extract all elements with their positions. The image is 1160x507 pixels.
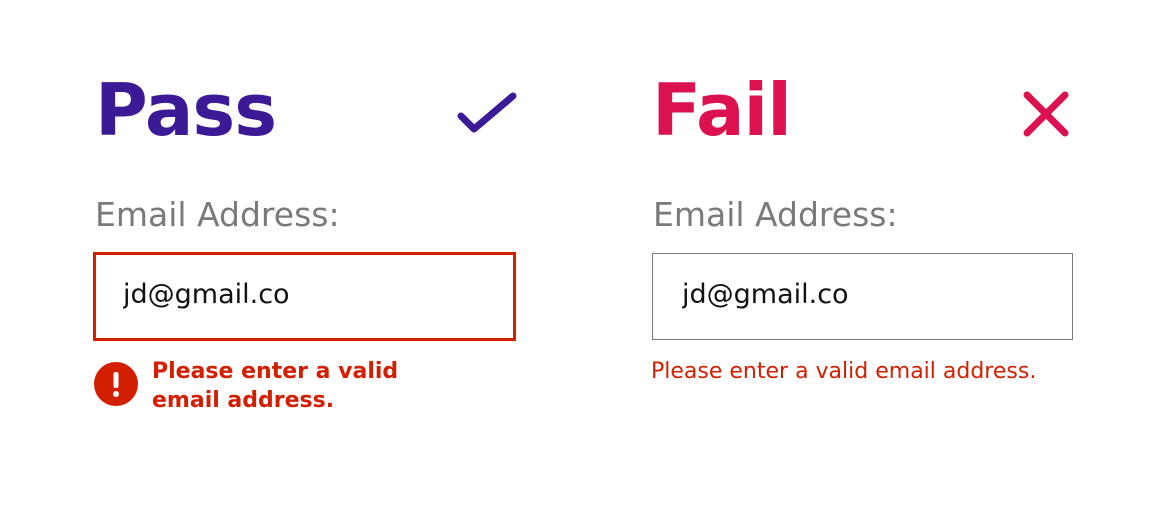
error-message-pass: Please enter a valid email address.	[152, 357, 432, 415]
exclamation-circle-icon	[94, 362, 138, 406]
pass-example-panel: Pass Email Address: Please enter a valid…	[0, 0, 580, 507]
email-input-fail[interactable]	[652, 253, 1073, 340]
close-x-icon	[1023, 91, 1069, 137]
error-message-line-1: Please enter a valid	[152, 359, 399, 384]
error-message-line-2: email address.	[152, 388, 335, 413]
email-address-label: Email Address:	[95, 195, 340, 234]
email-address-label: Email Address:	[653, 195, 898, 234]
pass-heading: Pass	[95, 68, 277, 152]
error-message-fail: Please enter a valid email address.	[651, 359, 1037, 384]
fail-example-panel: Fail Email Address: Please enter a valid…	[580, 0, 1160, 507]
email-input-pass[interactable]	[93, 252, 516, 341]
fail-heading: Fail	[652, 68, 792, 152]
checkmark-icon	[457, 92, 517, 133]
